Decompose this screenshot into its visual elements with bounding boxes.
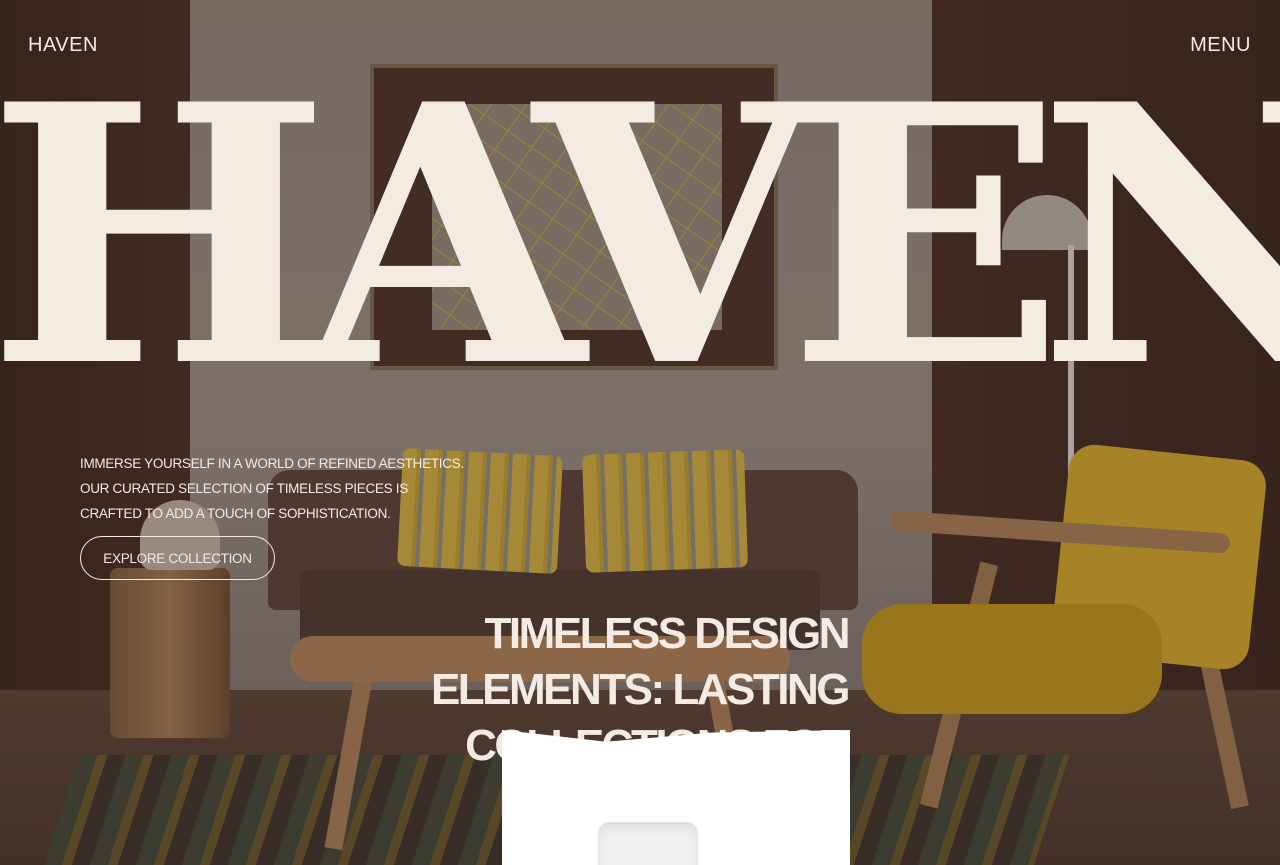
top-nav: HAVEN MENU xyxy=(0,0,1280,90)
menu-button[interactable]: MENU xyxy=(1190,34,1251,57)
explore-collection-button[interactable]: EXPLORE COLLECTION xyxy=(80,536,275,580)
product-card[interactable] xyxy=(502,730,850,865)
hero-wordmark: HAVEN xyxy=(0,27,1280,445)
hero-section: HAVEN HAVEN MENU IMMERSE YOURSELF IN A W… xyxy=(0,0,1280,865)
brand-logo[interactable]: HAVEN xyxy=(28,34,98,57)
product-image xyxy=(598,822,698,865)
headline-line: TIMELESS DESIGN xyxy=(484,609,851,658)
tagline-line: IMMERSE YOURSELF IN A WORLD OF REFINED A… xyxy=(80,456,464,471)
headline-line: ELEMENTS: LASTING xyxy=(430,665,851,714)
tagline-line: CRAFTED TO ADD A TOUCH OF SOPHISTICATION… xyxy=(80,506,391,521)
hero-tagline: IMMERSE YOURSELF IN A WORLD OF REFINED A… xyxy=(80,451,480,526)
tagline-line: OUR CURATED SELECTION OF TIMELESS PIECES… xyxy=(80,481,408,496)
